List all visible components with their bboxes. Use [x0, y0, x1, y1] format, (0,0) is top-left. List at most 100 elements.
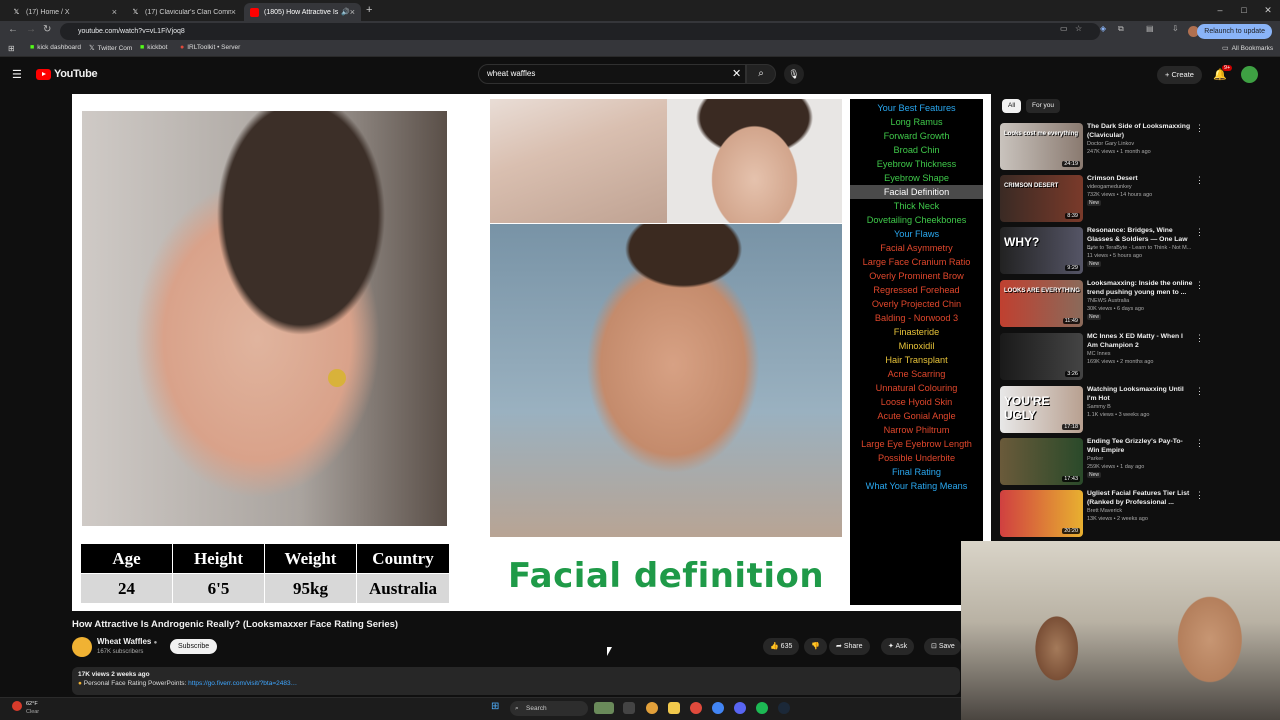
relaunch-button[interactable]: Relaunch to update	[1197, 24, 1272, 39]
recommendation-thumbnail[interactable]: LOOKS ARE EVERYTHING 11:49	[1000, 280, 1083, 327]
recommendation-item[interactable]: 20:20 Ugliest Facial Features Tier List (…	[1000, 490, 1204, 540]
recommendation-channel[interactable]: Sammy B	[1087, 404, 1111, 410]
more-options-icon[interactable]: ⋮	[1195, 333, 1204, 344]
more-options-icon[interactable]: ⋮	[1195, 438, 1204, 449]
recommendation-thumbnail[interactable]: YOU'RE UGLY 17:18	[1000, 386, 1083, 433]
save-button[interactable]: ⊡ Save	[924, 638, 961, 655]
ask-button[interactable]: ✦ Ask	[881, 638, 915, 655]
discord-icon[interactable]	[734, 702, 746, 714]
close-tab-icon[interactable]: ×	[231, 7, 236, 17]
taskbar-search[interactable]: ⌕ Search	[510, 701, 588, 716]
clear-search-icon[interactable]: ✕	[732, 67, 741, 80]
app-icon[interactable]	[690, 702, 702, 714]
puzzle-icon[interactable]: ⧉	[1118, 24, 1124, 34]
chip-for-you[interactable]: For you	[1026, 99, 1061, 113]
recommendation-channel[interactable]: Brett Maverick	[1087, 508, 1122, 514]
user-avatar[interactable]	[1241, 66, 1258, 83]
speaker-icon[interactable]: 🔊	[341, 8, 350, 16]
voice-search-button[interactable]: 🎙	[784, 64, 804, 84]
all-bookmarks[interactable]: ▭ All Bookmarks	[1222, 44, 1273, 53]
recommendation-title[interactable]: Ugliest Facial Features Tier List (Ranke…	[1087, 490, 1195, 507]
bookmark-twitter-com[interactable]: 𝕏 Twitter Com	[89, 44, 132, 53]
more-options-icon[interactable]: ⋮	[1195, 227, 1204, 238]
description-link[interactable]: https://go.fiverr.com/visit/?bta=2483…	[188, 680, 297, 687]
minimize-icon[interactable]: –	[1208, 0, 1232, 21]
more-options-icon[interactable]: ⋮	[1195, 123, 1204, 134]
recommendation-title[interactable]: MC Innes X ED Matty - When I Am Champion…	[1087, 333, 1195, 350]
maximize-icon[interactable]: □	[1232, 0, 1256, 21]
forward-icon[interactable]: →	[26, 24, 36, 35]
browser-tab-active-video[interactable]: (1805) How Attractive Is An… 🔊 ×	[244, 3, 361, 21]
back-icon[interactable]: ←	[8, 24, 18, 35]
recommendation-channel[interactable]: Doctor Gary Linkov	[1087, 141, 1134, 147]
recommendation-title[interactable]: Watching Looksmaxxing Until I'm Hot	[1087, 386, 1195, 403]
cast-icon[interactable]: ▭	[1060, 24, 1068, 33]
share-button[interactable]: ➦ Share	[829, 638, 870, 655]
sidepanel-icon[interactable]: ▤	[1146, 24, 1154, 33]
subscribe-button[interactable]: Subscribe	[170, 639, 218, 654]
recommendation-thumbnail[interactable]: 17:43	[1000, 438, 1083, 485]
more-options-icon[interactable]: ⋮	[1195, 386, 1204, 397]
more-options-icon[interactable]: ⋮	[1195, 490, 1204, 501]
recommendation-thumbnail[interactable]: 20:20	[1000, 490, 1083, 537]
search-button[interactable]: ⌕	[746, 64, 776, 84]
recommendation-title[interactable]: Ending Tee Grizzley's Pay-To-Win Empire	[1087, 438, 1195, 455]
bookmark-irltoolkit[interactable]: ● IRLToolkit • Server	[180, 44, 240, 51]
youtube-logo[interactable]: YouTube	[36, 68, 98, 80]
task-view-icon[interactable]	[623, 702, 635, 714]
windows-start-icon[interactable]: ⊞	[491, 701, 499, 712]
browser-icon[interactable]	[712, 702, 724, 714]
recommendation-title[interactable]: The Dark Side of Looksmaxxing (Clavicula…	[1087, 123, 1195, 140]
recommendation-item[interactable]: CRIMSON DESERT 8:39 Crimson Desert videogam…	[1000, 175, 1204, 225]
new-tab-icon[interactable]: +	[366, 4, 372, 16]
channel-name[interactable]: Wheat Waffles ●	[97, 637, 157, 646]
chip-all[interactable]: All	[1002, 99, 1022, 113]
channel-name-text: Wheat Waffles	[97, 637, 152, 646]
widgets-icon[interactable]	[594, 702, 614, 714]
recommendation-thumbnail[interactable]: WHY? 9:29	[1000, 227, 1083, 274]
recommendation-item[interactable]: 17:43 Ending Tee Grizzley's Pay-To-Win Em…	[1000, 438, 1204, 488]
recommendation-channel[interactable]: videogamedunkey	[1087, 184, 1132, 190]
bookmark-kick-dashboard[interactable]: ■ kick dashboard	[30, 44, 81, 51]
bookmark-kickbot[interactable]: ■ kickbot	[140, 44, 167, 51]
recommendation-item[interactable]: YOU'RE UGLY 17:18 Watching Looksmaxxing Un…	[1000, 386, 1204, 436]
recommendation-thumbnail[interactable]: CRIMSON DESERT 8:39	[1000, 175, 1083, 222]
recommendation-title[interactable]: Looksmaxxing: Inside the online trend pu…	[1087, 280, 1195, 297]
recommendation-thumbnail[interactable]: Looks cost me everything 24:19	[1000, 123, 1083, 170]
more-options-icon[interactable]: ⋮	[1195, 280, 1204, 291]
recommendation-thumbnail[interactable]: 3:26	[1000, 333, 1083, 380]
search-input[interactable]: wheat waffles	[478, 64, 746, 84]
recommendation-item[interactable]: LOOKS ARE EVERYTHING 11:49 Looksmaxxing: I…	[1000, 280, 1204, 330]
recommendation-channel[interactable]: Parker	[1087, 456, 1103, 462]
more-options-icon[interactable]: ⋮	[1195, 175, 1204, 186]
bookmark-star-icon[interactable]: ☆	[1075, 24, 1082, 33]
browser-tab-clan-community[interactable]: 𝕏 (17) Clavicular's Clan Community ×	[125, 3, 242, 21]
recommendation-item[interactable]: WHY? 9:29 Resonance: Bridges, Wine Glasses…	[1000, 227, 1204, 277]
apps-grid-icon[interactable]: ⊞	[8, 44, 15, 53]
close-tab-icon[interactable]: ×	[350, 7, 355, 17]
recommendation-channel[interactable]: 7NEWS Australia	[1087, 298, 1129, 304]
browser-tab-home-x[interactable]: 𝕏 (17) Home / X ×	[6, 3, 123, 21]
recommendation-title[interactable]: Crimson Desert	[1087, 175, 1195, 184]
file-explorer-icon[interactable]	[668, 702, 680, 714]
reload-icon[interactable]: ↻	[43, 24, 51, 35]
create-button[interactable]: + Create	[1157, 66, 1202, 84]
downloads-icon[interactable]: ⇩	[1172, 24, 1179, 33]
video-player[interactable]: Age Height Weight Country 24 6'5 95kg Au…	[72, 94, 991, 611]
recommendation-item[interactable]: Looks cost me everything 24:19 The Dark Si…	[1000, 123, 1204, 173]
recommendation-item[interactable]: 3:26 MC Innes X ED Matty - When I Am Cham…	[1000, 333, 1204, 383]
chrome-icon[interactable]	[646, 702, 658, 714]
steam-icon[interactable]	[778, 702, 790, 714]
weather-icon[interactable]	[12, 701, 22, 711]
url-field[interactable]: youtube.com/watch?v=vL1FiVjoq8	[60, 23, 1100, 40]
recommendation-channel[interactable]: Byte to TeraByte - Learn to Think - Not …	[1087, 245, 1191, 251]
recommendation-channel[interactable]: MC Innes	[1087, 351, 1111, 357]
close-window-icon[interactable]: ✕	[1256, 0, 1280, 21]
extension-icon[interactable]: ◈	[1100, 24, 1106, 33]
channel-avatar[interactable]	[72, 637, 92, 657]
menu-icon[interactable]: ☰	[12, 68, 22, 81]
like-button[interactable]: 👍 635	[763, 638, 800, 655]
close-tab-icon[interactable]: ×	[112, 7, 117, 17]
dislike-button[interactable]: 👎	[804, 638, 827, 655]
spotify-icon[interactable]	[756, 702, 768, 714]
